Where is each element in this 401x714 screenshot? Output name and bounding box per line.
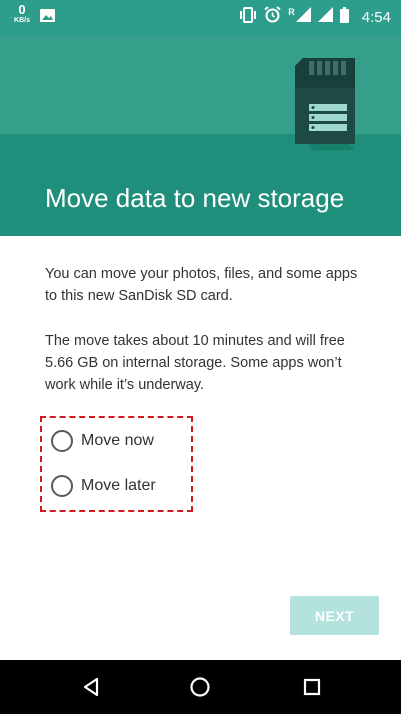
navigation-bar <box>0 660 401 714</box>
status-bar: 0 KB/s R 4:54 <box>0 0 401 34</box>
back-icon[interactable] <box>78 674 104 700</box>
image-icon <box>40 9 55 27</box>
move-later-option[interactable]: Move later <box>51 475 156 497</box>
alarm-icon <box>264 6 281 28</box>
signal-icon <box>317 7 333 27</box>
move-now-option[interactable]: Move now <box>51 430 154 452</box>
page-title: Move data to new storage <box>45 183 345 213</box>
home-icon[interactable] <box>187 674 213 700</box>
description-paragraph: You can move your photos, files, and som… <box>45 266 358 304</box>
wifi-icon <box>295 7 311 27</box>
details-paragraph: The move takes about 10 minutes and will… <box>45 333 345 393</box>
radio-button-move-later[interactable] <box>51 475 73 497</box>
header: Move data to new storage <box>0 34 401 236</box>
clock: 4:54 <box>361 8 391 26</box>
network-speed-value: 0 <box>18 2 26 17</box>
network-speed-unit: KB/s <box>14 17 30 24</box>
sd-card-icon <box>295 58 361 155</box>
move-options-group: Move now Move later <box>40 416 193 512</box>
move-later-label: Move later <box>81 477 156 494</box>
next-button[interactable]: NEXT <box>290 596 379 635</box>
radio-button-move-now[interactable] <box>51 430 73 452</box>
recents-icon[interactable] <box>299 674 325 700</box>
move-now-label: Move now <box>81 432 154 449</box>
network-speed-indicator: 0 KB/s <box>8 3 36 24</box>
vibrate-icon <box>239 6 257 28</box>
network-type-label: R <box>288 7 295 17</box>
battery-icon <box>339 6 349 28</box>
